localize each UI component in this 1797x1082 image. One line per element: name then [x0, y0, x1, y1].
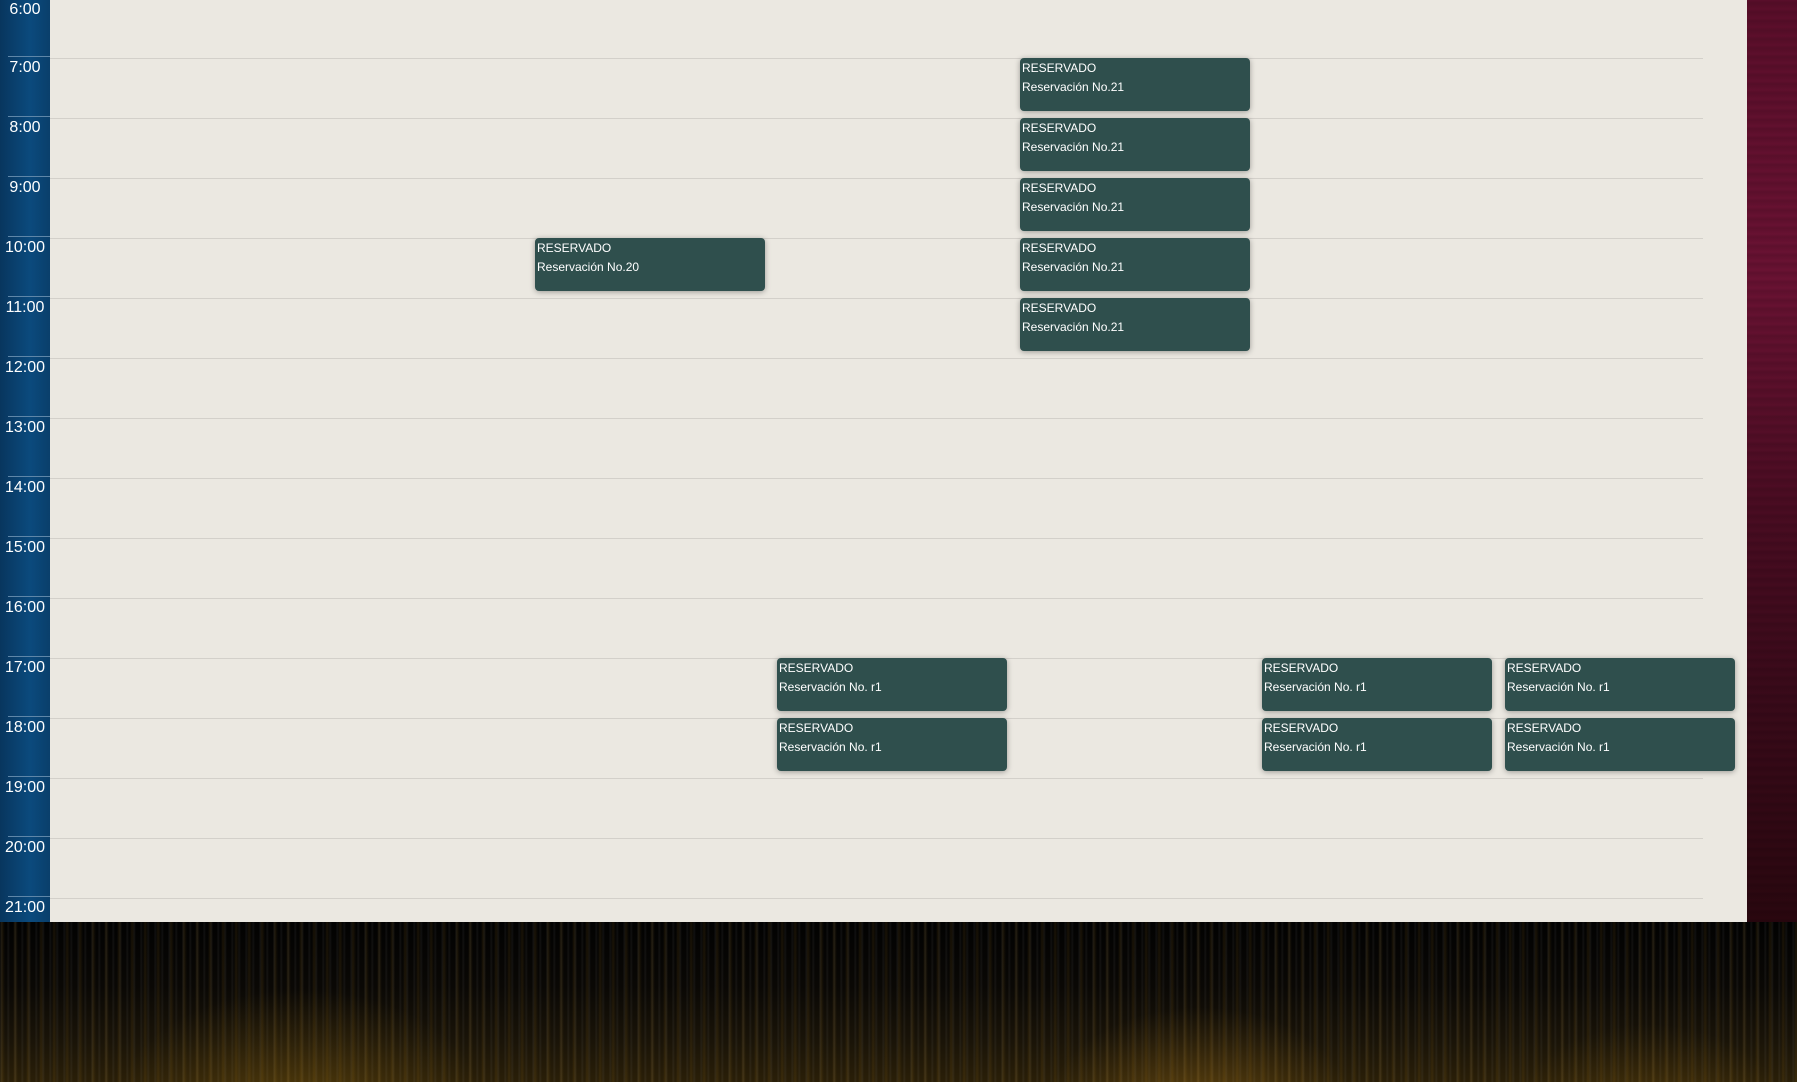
time-tick — [8, 56, 50, 57]
hour-gridline — [50, 118, 1703, 119]
event-description: Reservación No. r1 — [1264, 680, 1367, 694]
hour-gridline — [50, 898, 1703, 899]
time-tick — [8, 896, 50, 897]
event-description: Reservación No.20 — [537, 260, 640, 274]
time-tick — [8, 296, 50, 297]
background-glow — [0, 922, 1797, 1082]
hour-gridline — [50, 358, 1703, 359]
event-description: Reservación No.21 — [1022, 80, 1125, 94]
time-tick — [8, 716, 50, 717]
time-label: 8:00 — [9, 119, 41, 136]
hour-gridline — [50, 838, 1703, 839]
reservation-event[interactable]: RESERVADO Reservación No. r1 — [777, 718, 1007, 771]
hour-gridline — [50, 538, 1703, 539]
event-title: RESERVADO — [1264, 721, 1339, 735]
time-label: 11:00 — [5, 299, 45, 316]
reservation-event[interactable]: RESERVADO Reservación No.21 — [1020, 118, 1250, 171]
time-tick — [8, 596, 50, 597]
time-tick — [8, 236, 50, 237]
event-description: Reservación No. r1 — [779, 740, 882, 754]
time-tick — [8, 356, 50, 357]
event-description: Reservación No. r1 — [1507, 740, 1610, 754]
time-tick — [8, 416, 50, 417]
time-label: 6:00 — [9, 1, 41, 18]
event-title: RESERVADO — [1507, 661, 1582, 675]
reservation-event[interactable]: RESERVADO Reservación No.20 — [535, 238, 765, 291]
time-label: 16:00 — [4, 599, 46, 616]
reservation-event[interactable]: RESERVADO Reservación No. r1 — [1505, 658, 1735, 711]
event-description: Reservación No. r1 — [1507, 680, 1610, 694]
time-tick — [8, 116, 50, 117]
reservation-event[interactable]: RESERVADO Reservación No. r1 — [777, 658, 1007, 711]
hour-gridline — [50, 238, 1703, 239]
reservation-event[interactable]: RESERVADO Reservación No. r1 — [1505, 718, 1735, 771]
time-label: 17:00 — [4, 659, 46, 676]
time-tick — [8, 776, 50, 777]
background-right-panel — [1747, 0, 1797, 922]
time-tick — [8, 656, 50, 657]
time-tick — [8, 836, 50, 837]
reservation-event[interactable]: RESERVADO Reservación No.21 — [1020, 178, 1250, 231]
event-title: RESERVADO — [537, 241, 612, 255]
event-description: Reservación No. r1 — [779, 680, 882, 694]
time-label: 9:00 — [9, 179, 41, 196]
time-label: 13:00 — [4, 419, 46, 436]
reservation-event[interactable]: RESERVADO Reservación No. r1 — [1262, 718, 1492, 771]
event-description: Reservación No.21 — [1022, 260, 1125, 274]
calendar-week-grid[interactable]: RESERVADO Reservación No.21 RESERVADO Reser… — [50, 0, 1747, 922]
event-title: RESERVADO — [1264, 661, 1339, 675]
event-title: RESERVADO — [1022, 181, 1097, 195]
event-description: Reservación No.21 — [1022, 200, 1125, 214]
event-title: RESERVADO — [1507, 721, 1582, 735]
time-label: 21:00 — [4, 899, 46, 916]
time-label: 19:00 — [4, 779, 46, 796]
event-title: RESERVADO — [1022, 301, 1097, 315]
hour-gridline — [50, 298, 1703, 299]
event-title: RESERVADO — [1022, 241, 1097, 255]
time-label: 10:00 — [4, 239, 46, 256]
event-description: Reservación No.21 — [1022, 320, 1125, 334]
time-axis-column: 6:00 7:00 8:00 9:00 10:00 11:00 12:00 13:00 14:0… — [0, 0, 50, 922]
event-title: RESERVADO — [1022, 61, 1097, 75]
hour-gridline — [50, 418, 1703, 419]
time-label: 15:00 — [4, 539, 46, 556]
hour-gridline — [50, 778, 1703, 779]
time-tick — [8, 176, 50, 177]
time-tick — [8, 476, 50, 477]
reservation-event[interactable]: RESERVADO Reservación No.21 — [1020, 298, 1250, 351]
hour-gridline — [50, 598, 1703, 599]
hour-gridline — [50, 178, 1703, 179]
time-label: 20:00 — [4, 839, 46, 856]
reservation-event[interactable]: RESERVADO Reservación No.21 — [1020, 58, 1250, 111]
event-description: Reservación No. r1 — [1264, 740, 1367, 754]
time-label: 18:00 — [4, 719, 46, 736]
event-title: RESERVADO — [1022, 121, 1097, 135]
time-label: 7:00 — [9, 59, 41, 76]
event-description: Reservación No.21 — [1022, 140, 1125, 154]
time-label: 12:00 — [4, 359, 46, 376]
hour-gridline — [50, 478, 1703, 479]
reservation-event[interactable]: RESERVADO Reservación No. r1 — [1262, 658, 1492, 711]
reservation-event[interactable]: RESERVADO Reservación No.21 — [1020, 238, 1250, 291]
time-label: 14:00 — [4, 479, 46, 496]
time-tick — [8, 536, 50, 537]
event-title: RESERVADO — [779, 721, 854, 735]
app-root: 6:00 7:00 8:00 9:00 10:00 11:00 12:00 13:00 14:0… — [0, 0, 1797, 1082]
event-title: RESERVADO — [779, 661, 854, 675]
hour-gridline — [50, 58, 1703, 59]
